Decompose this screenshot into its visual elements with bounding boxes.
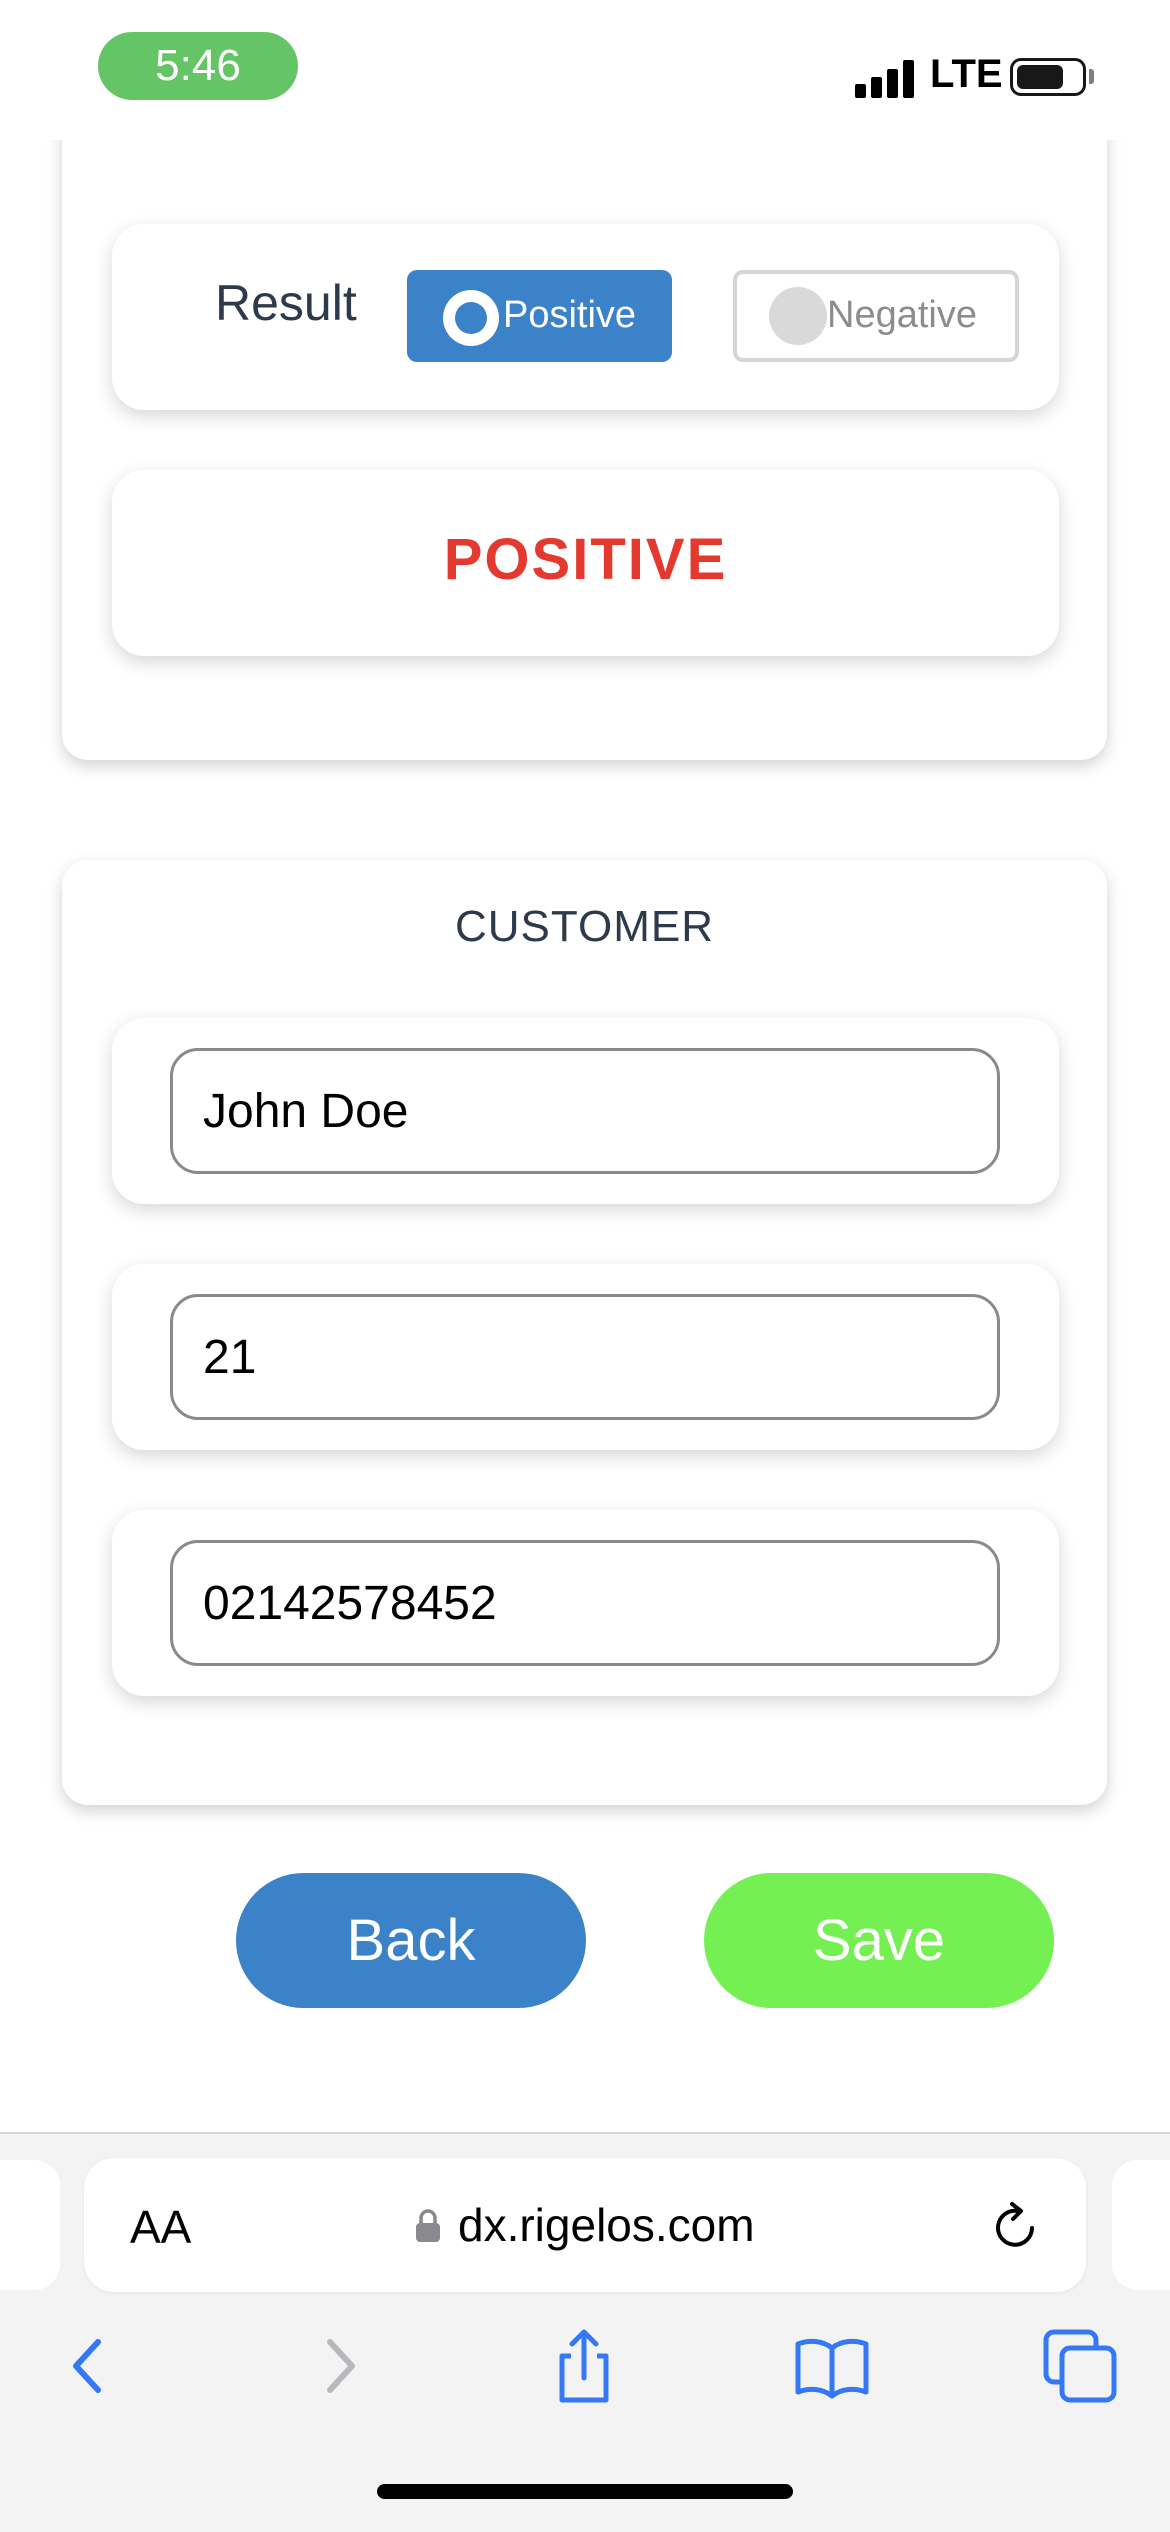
result-section: Result Positive Negative POSITIVE (62, 100, 1107, 760)
customer-name-input[interactable] (170, 1048, 1000, 1174)
text-size-button[interactable]: AA (130, 2200, 191, 2254)
next-tab-preview[interactable] (1112, 2160, 1170, 2290)
name-field-card (112, 1018, 1059, 1204)
tabs-icon[interactable] (1040, 2326, 1120, 2406)
save-button[interactable]: Save (704, 1873, 1054, 2008)
status-bar: 5:46 LTE (0, 0, 1170, 140)
text-size-label: AA (130, 2201, 192, 2253)
share-icon[interactable] (544, 2326, 624, 2406)
forward-arrow-icon[interactable] (300, 2326, 380, 2406)
reload-icon[interactable] (988, 2198, 1044, 2254)
positive-option-label: Positive (503, 294, 637, 336)
result-label: Result (215, 275, 357, 331)
phone-field-card (112, 1510, 1059, 1696)
customer-phone-input[interactable] (170, 1540, 1000, 1666)
result-display-card: POSITIVE (112, 470, 1059, 656)
battery-icon (1010, 58, 1086, 96)
negative-option-label: Negative (827, 294, 977, 336)
signal-strength-icon (855, 58, 915, 98)
radio-selected-icon (443, 290, 499, 346)
radio-unselected-icon (769, 287, 827, 345)
positive-option-button[interactable]: Positive (407, 270, 672, 362)
age-field-card (112, 1264, 1059, 1450)
customer-age-input[interactable] (170, 1294, 1000, 1420)
lock-icon (416, 2209, 440, 2242)
home-indicator (377, 2484, 793, 2499)
customer-section: CUSTOMER (62, 860, 1107, 1805)
customer-section-title: CUSTOMER (455, 902, 714, 951)
result-selector-card: Result Positive Negative (112, 224, 1059, 410)
battery-cap (1089, 69, 1094, 84)
bookmarks-icon[interactable] (792, 2326, 872, 2406)
network-type: LTE (930, 52, 1003, 96)
negative-option-button[interactable]: Negative (733, 270, 1019, 362)
back-arrow-icon[interactable] (48, 2326, 128, 2406)
previous-tab-preview[interactable] (0, 2160, 60, 2290)
browser-toolbar: AA dx.rigelos.com (0, 2132, 1170, 2532)
url-text: dx.rigelos.com (458, 2199, 755, 2251)
result-value: POSITIVE (443, 527, 728, 592)
back-button[interactable]: Back (236, 1873, 586, 2008)
status-time: 5:46 (98, 32, 298, 100)
address-bar[interactable]: AA dx.rigelos.com (84, 2158, 1086, 2292)
